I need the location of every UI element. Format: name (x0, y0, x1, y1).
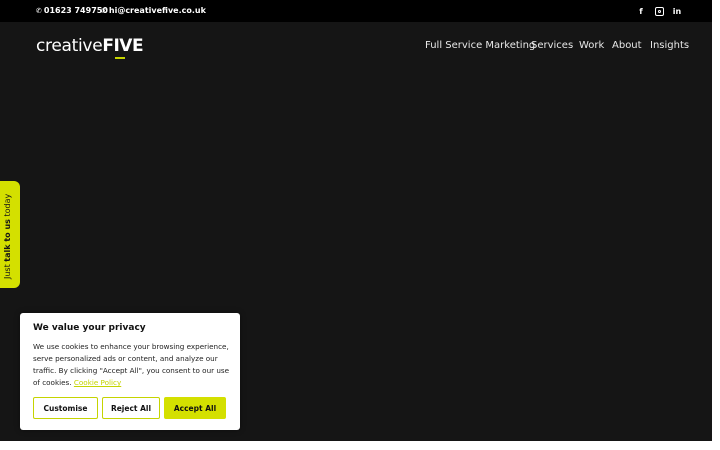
email-address: hi@creativefive.co.uk (108, 6, 206, 15)
phone-number: 01623 749750 (43, 6, 108, 15)
cookie-title: We value your privacy (33, 323, 146, 333)
nav-full-service-marketing[interactable]: Full Service Marketing (425, 40, 535, 51)
talk-to-us-tab[interactable]: Just talk to us today (0, 181, 20, 288)
cookie-policy-link[interactable]: Cookie Policy (74, 378, 121, 387)
cookie-consent-dialog: We value your privacy We use cookies to … (20, 313, 240, 430)
logo-text-creative: creative (36, 36, 103, 56)
logo-text-five: FIVE (102, 36, 144, 59)
nav-services[interactable]: Services (531, 40, 573, 51)
nav-insights[interactable]: Insights (650, 40, 689, 51)
reject-all-button[interactable]: Reject All (102, 397, 160, 419)
email-link[interactable]: ✉ hi@creativefive.co.uk (101, 6, 206, 15)
top-bar: ✆ 01623 749750 ✉ hi@creativefive.co.uk f… (0, 0, 712, 22)
phone-link[interactable]: ✆ 01623 749750 (36, 6, 108, 15)
linkedin-icon[interactable]: in (671, 5, 683, 17)
phone-icon: ✆ (36, 6, 42, 15)
envelope-icon: ✉ (101, 6, 107, 15)
cookie-description: We use cookies to enhance your browsing … (33, 342, 230, 387)
instagram-icon[interactable] (653, 5, 665, 17)
nav-about[interactable]: About (612, 40, 642, 51)
facebook-icon[interactable]: f (635, 5, 647, 17)
talk-to-us-label: Just talk to us today (3, 193, 12, 279)
nav-work[interactable]: Work (579, 40, 604, 51)
customise-button[interactable]: Customise (33, 397, 98, 419)
accept-all-button[interactable]: Accept All (164, 397, 226, 419)
logo[interactable]: creative FIVE (36, 36, 144, 59)
